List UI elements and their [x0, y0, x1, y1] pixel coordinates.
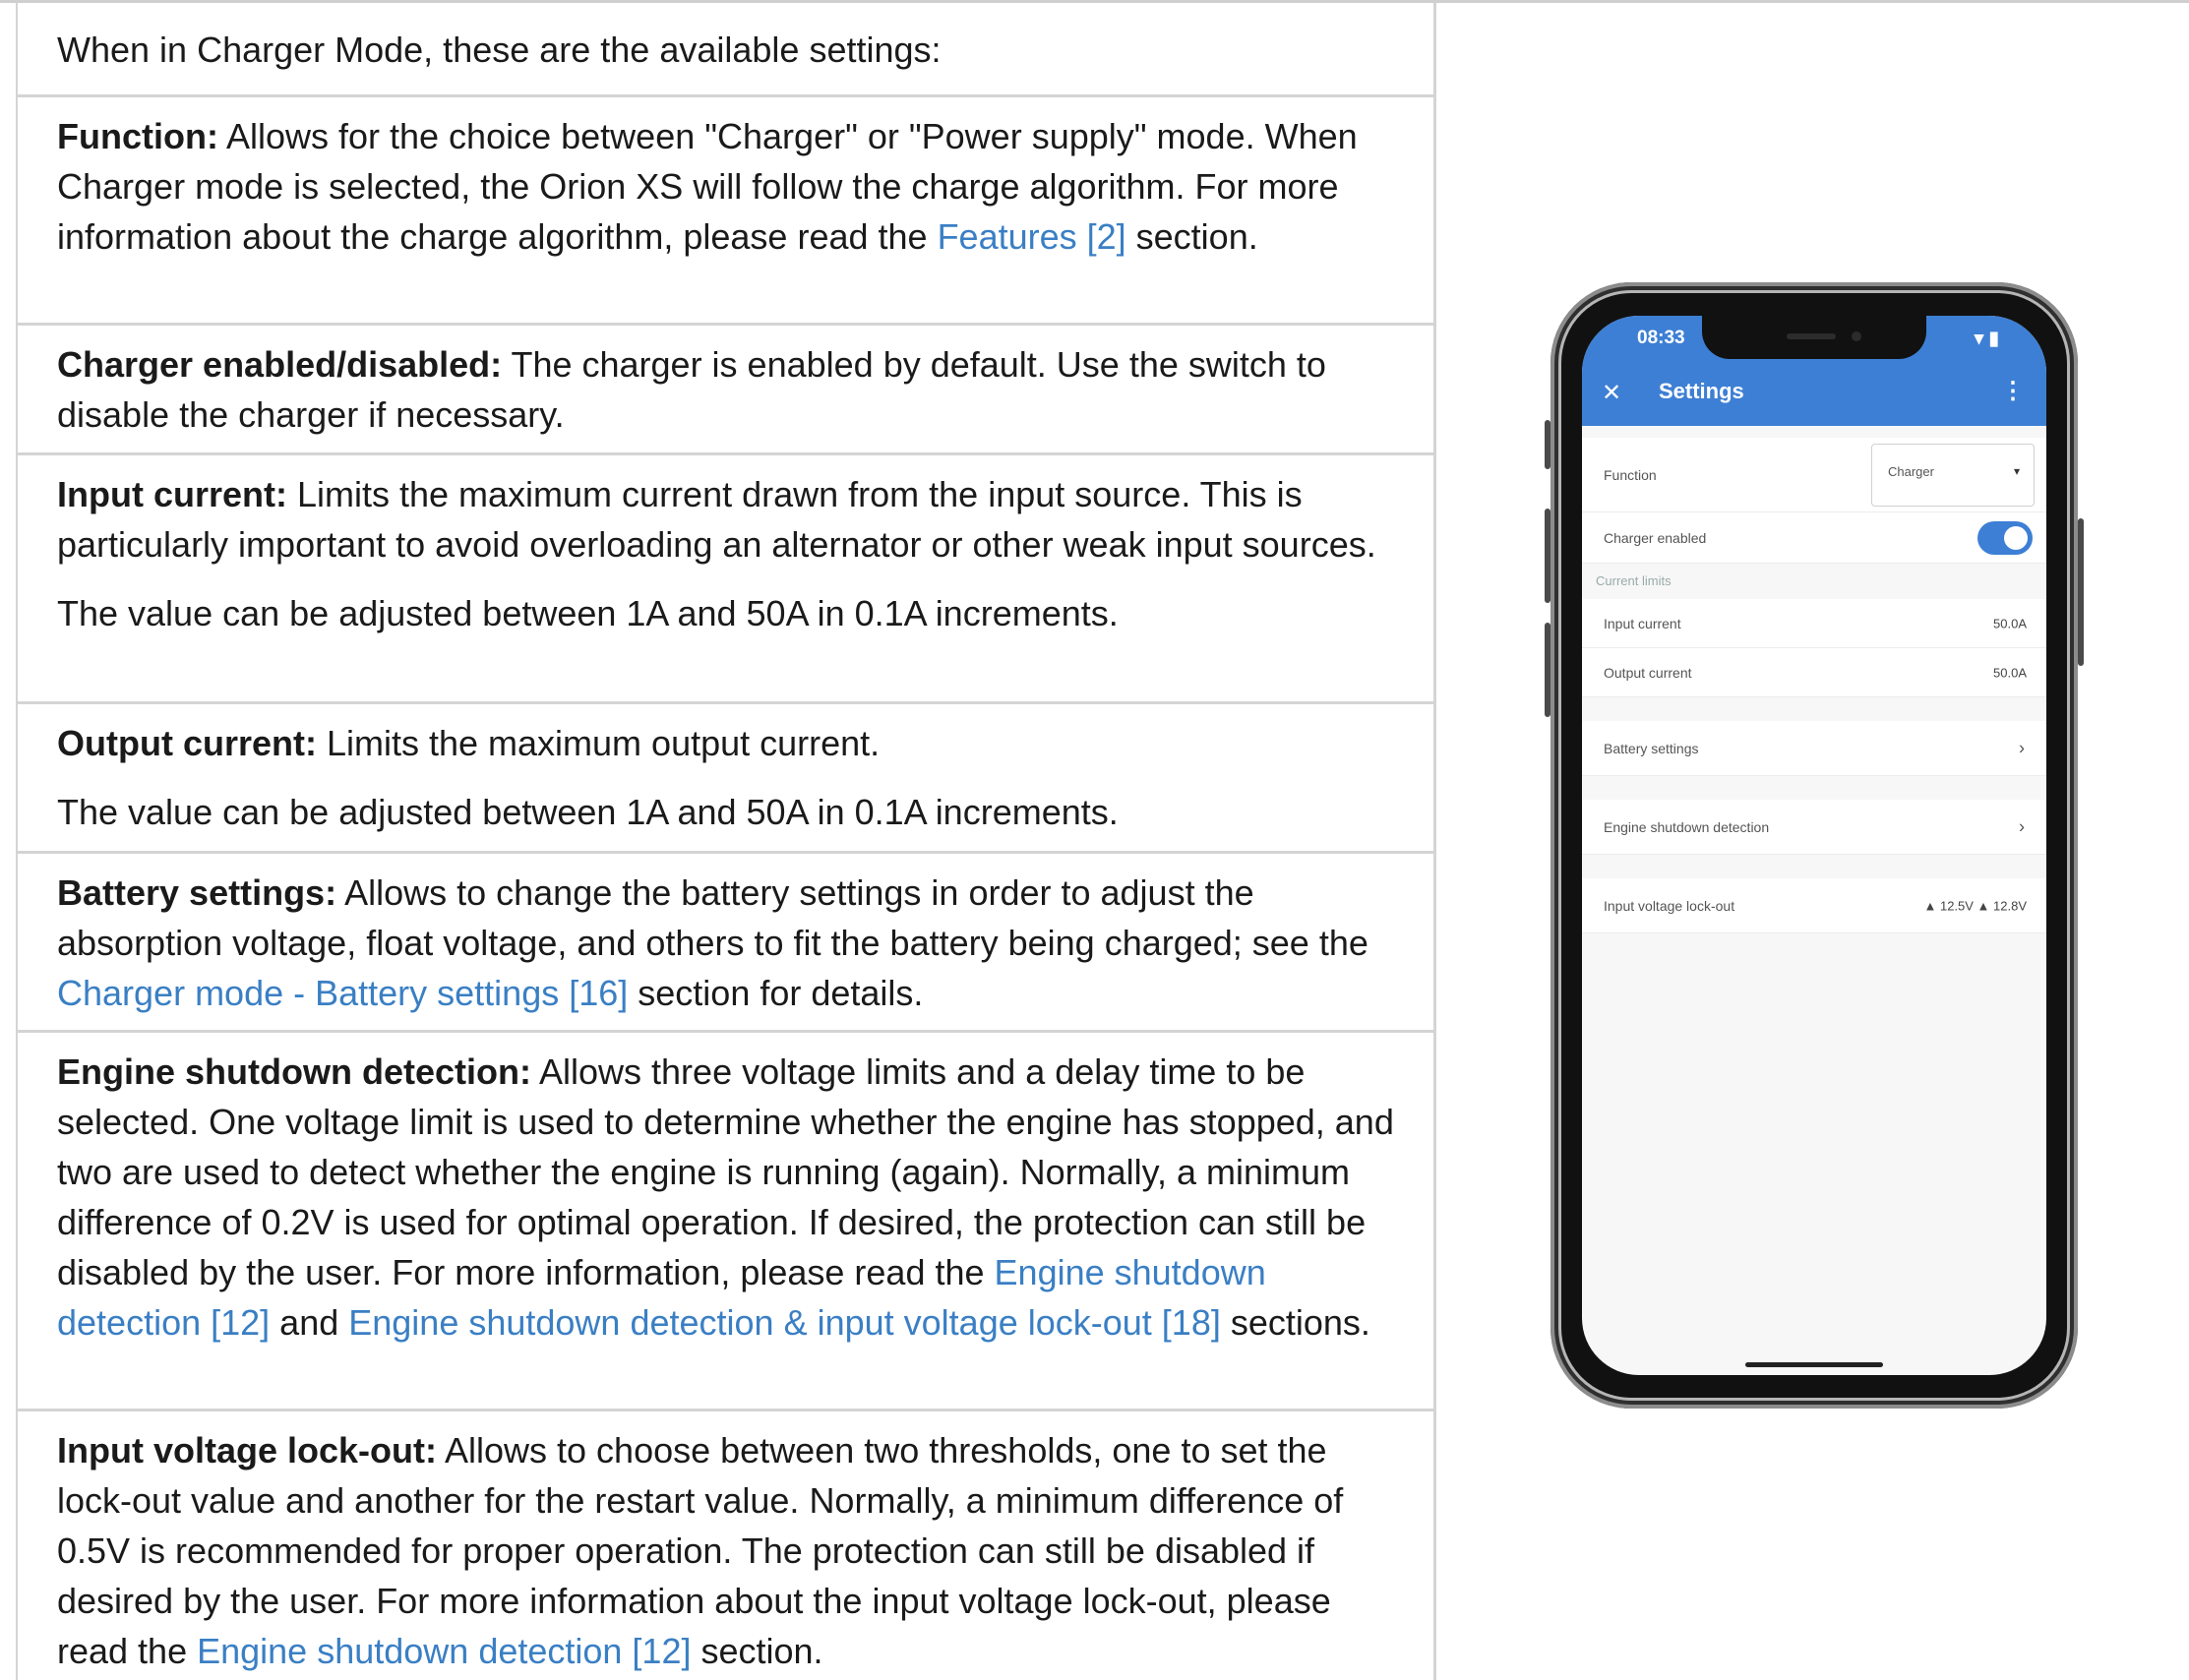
function-description: Function: Allows for the choice between …: [57, 111, 1394, 262]
intro-row: When in Charger Mode, these are the avai…: [18, 3, 1433, 97]
phone-screen: 08:33 ▾ ▮ ✕ Settings ⋮ Function Charger …: [1582, 316, 2046, 1375]
volume-up-button: [1545, 509, 1551, 603]
output-current-setting[interactable]: Output current 50.0A: [1582, 648, 2046, 697]
input-lockout-value: ▲ 12.5V ▲ 12.8V: [1923, 898, 2027, 913]
input-current-label: Input current: [1604, 615, 1681, 631]
front-camera-icon: [1852, 331, 1861, 341]
current-limits-section-label: Current limits: [1596, 573, 1672, 588]
chevron-right-icon: ›: [2019, 816, 2025, 836]
function-dropdown[interactable]: Charger ▾: [1871, 444, 2035, 507]
charger-enabled-row: Charger enabled/disabled: The charger is…: [18, 326, 1433, 455]
phone-notch: [1702, 316, 1926, 359]
output-current-row: Output current: Limits the maximum outpu…: [18, 704, 1433, 854]
battery-settings-link[interactable]: Charger mode - Battery settings [16]: [57, 973, 628, 1013]
function-label: Function: [1604, 466, 1657, 483]
input-lockout-label: Input voltage lock-out: [1604, 897, 1735, 914]
function-tail: section.: [1125, 216, 1258, 257]
battery-settings-label: Battery settings: [1604, 740, 1699, 756]
charger-enabled-term: Charger enabled/disabled:: [57, 344, 503, 385]
speaker-grille: [1787, 333, 1836, 339]
input-current-value: 50.0A: [1993, 616, 2027, 630]
intro-text: When in Charger Mode, these are the avai…: [57, 30, 942, 70]
input-lockout-description: Input voltage lock-out: Allows to choose…: [57, 1425, 1394, 1676]
power-button: [2078, 518, 2084, 666]
chevron-right-icon: ›: [2019, 738, 2025, 757]
battery-settings-description: Battery settings: Allows to change the b…: [57, 868, 1394, 1018]
battery-settings-tail: section for details.: [628, 973, 924, 1013]
volume-down-button: [1545, 623, 1551, 717]
engine-shutdown-row: Engine shutdown detection: Allows three …: [18, 1033, 1433, 1411]
engine-shutdown-label: Engine shutdown detection: [1604, 818, 1770, 835]
input-current-setting[interactable]: Input current 50.0A: [1582, 599, 2046, 648]
input-current-range: The value can be adjusted between 1A and…: [57, 593, 1119, 633]
output-current-label: Output current: [1604, 664, 1692, 681]
input-lockout-item[interactable]: Input voltage lock-out ▲ 12.5V ▲ 12.8V: [1582, 878, 2046, 933]
status-time: 08:33: [1637, 328, 1685, 348]
output-current-text: Limits the maximum output current.: [316, 723, 881, 763]
mute-switch: [1545, 420, 1551, 469]
output-current-range: The value can be adjusted between 1A and…: [57, 792, 1119, 832]
close-icon[interactable]: ✕: [1602, 379, 1621, 407]
input-lockout-link[interactable]: Engine shutdown detection [12]: [197, 1631, 691, 1671]
charger-enabled-toggle[interactable]: [1977, 520, 2033, 555]
output-current-term: Output current:: [57, 723, 317, 763]
engine-shutdown-term: Engine shutdown detection:: [57, 1051, 531, 1092]
battery-settings-term: Battery settings:: [57, 872, 337, 913]
engine-shutdown-lockout-link[interactable]: Engine shutdown detection & input voltag…: [348, 1302, 1221, 1343]
toggle-knob: [2004, 525, 2028, 550]
phone-illustration: 08:33 ▾ ▮ ✕ Settings ⋮ Function Charger …: [1545, 282, 2084, 1409]
engine-shutdown-tail: sections.: [1220, 1302, 1370, 1343]
engine-shutdown-description: Engine shutdown detection: Allows three …: [57, 1047, 1394, 1348]
function-term: Function:: [57, 116, 218, 156]
home-indicator: [1745, 1362, 1883, 1367]
function-setting[interactable]: Function Charger ▾: [1582, 438, 2046, 512]
output-current-description: Output current: Limits the maximum outpu…: [57, 718, 1394, 768]
input-current-term: Input current:: [57, 474, 287, 514]
input-lockout-term: Input voltage lock-out:: [57, 1430, 437, 1470]
chevron-down-icon: ▾: [2013, 464, 2020, 478]
function-row: Function: Allows for the choice between …: [18, 97, 1433, 326]
input-current-row: Input current: Limits the maximum curren…: [18, 455, 1433, 704]
features-link[interactable]: Features [2]: [938, 216, 1126, 257]
engine-shutdown-item[interactable]: Engine shutdown detection ›: [1582, 800, 2046, 855]
input-lockout-row: Input voltage lock-out: Allows to choose…: [18, 1411, 1433, 1680]
function-dropdown-value: Charger: [1888, 464, 1934, 479]
charger-enabled-label: Charger enabled: [1604, 529, 1707, 546]
input-lockout-tail: section.: [691, 1631, 823, 1671]
charger-enabled-description: Charger enabled/disabled: The charger is…: [57, 339, 1394, 440]
engine-shutdown-mid: and: [270, 1302, 349, 1343]
battery-settings-row: Battery settings: Allows to change the b…: [18, 854, 1433, 1033]
charger-enabled-setting: Charger enabled: [1582, 512, 2046, 564]
more-menu-icon[interactable]: ⋮: [2001, 377, 2025, 405]
column-divider: [1433, 3, 1436, 1680]
output-current-value: 50.0A: [1993, 665, 2027, 680]
battery-settings-item[interactable]: Battery settings ›: [1582, 721, 2046, 776]
app-title: Settings: [1659, 379, 1744, 403]
status-icons: ▾ ▮: [1974, 329, 1999, 349]
input-current-description: Input current: Limits the maximum curren…: [57, 469, 1394, 570]
